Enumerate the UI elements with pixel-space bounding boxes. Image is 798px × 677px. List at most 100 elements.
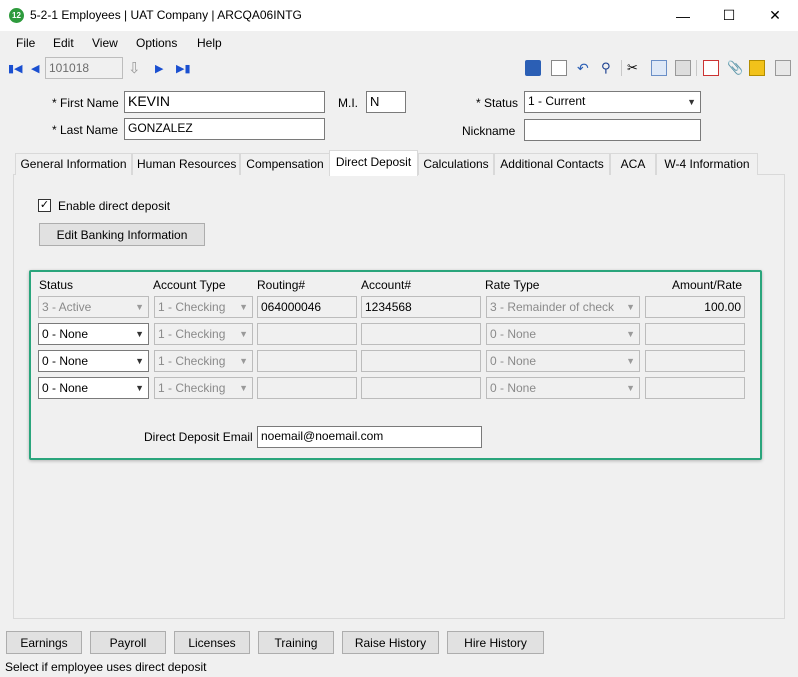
- status-select[interactable]: 1 - Current ▼: [524, 91, 701, 113]
- direct-deposit-email-input[interactable]: noemail@noemail.com: [257, 426, 482, 448]
- row3-account-type-select: 1 - Checking ▼: [154, 350, 253, 372]
- row2-routing-field: [257, 323, 357, 345]
- row1-rate-type-select: 3 - Remainder of check ▼: [486, 296, 640, 318]
- chevron-down-icon: ▼: [135, 329, 144, 339]
- menu-view[interactable]: View: [92, 36, 118, 50]
- first-record-icon[interactable]: ▮◀: [8, 62, 23, 75]
- row4-routing-field: [257, 377, 357, 399]
- payroll-button[interactable]: Payroll: [90, 631, 166, 654]
- tab-additional-contacts[interactable]: Additional Contacts: [494, 153, 610, 175]
- close-icon: ✕: [769, 7, 781, 23]
- row4-status-select[interactable]: 0 - None ▼: [38, 377, 149, 399]
- row1-routing-field[interactable]: 064000046: [257, 296, 357, 318]
- chevron-down-icon: ▼: [239, 302, 248, 312]
- status-label: * Status: [476, 96, 519, 110]
- row3-status-select[interactable]: 0 - None ▼: [38, 350, 149, 372]
- row3-rate-type-value: 0 - None: [490, 354, 537, 368]
- status-bar-text: Select if employee uses direct deposit: [5, 660, 207, 674]
- row4-amount-field: [645, 377, 745, 399]
- row4-rate-type-select: 0 - None ▼: [486, 377, 640, 399]
- row1-status-value: 3 - Active: [42, 300, 92, 314]
- chevron-down-icon: ▼: [135, 302, 144, 312]
- row4-account-type-value: 1 - Checking: [158, 381, 226, 395]
- row1-account-type-value: 1 - Checking: [158, 300, 226, 314]
- tab-human-resources[interactable]: Human Resources: [132, 153, 240, 175]
- menu-bar: [0, 31, 798, 55]
- go-down-icon[interactable]: ⇩: [128, 59, 141, 77]
- first-name-label: * First Name: [52, 96, 119, 110]
- row2-account-type-select: 1 - Checking ▼: [154, 323, 253, 345]
- tab-w4-information[interactable]: W-4 Information: [656, 153, 758, 175]
- minimize-button[interactable]: —: [660, 0, 706, 31]
- edit-banking-information-button[interactable]: Edit Banking Information: [39, 223, 205, 246]
- row4-account-type-select: 1 - Checking ▼: [154, 377, 253, 399]
- row3-routing-field: [257, 350, 357, 372]
- direct-deposit-email-label: Direct Deposit Email: [144, 430, 253, 444]
- menu-file[interactable]: File: [16, 36, 35, 50]
- column-header-amount-rate: Amount/Rate: [672, 278, 743, 292]
- enable-direct-deposit-label: Enable direct deposit: [58, 199, 171, 213]
- paste-icon: [675, 60, 691, 76]
- mi-label: M.I.: [338, 96, 358, 110]
- status-value: 1 - Current: [528, 94, 586, 108]
- last-record-icon[interactable]: ▶▮: [176, 62, 191, 75]
- row2-account-field: [361, 323, 481, 345]
- tab-compensation[interactable]: Compensation: [240, 153, 330, 175]
- checkmark-icon: ✓: [39, 199, 50, 211]
- attachment-icon[interactable]: 📎: [727, 60, 743, 76]
- maximize-button[interactable]: ☐: [706, 0, 752, 31]
- save-icon[interactable]: [525, 60, 541, 76]
- training-button[interactable]: Training: [258, 631, 334, 654]
- row3-account-field: [361, 350, 481, 372]
- column-header-rate-type: Rate Type: [485, 278, 540, 292]
- maximize-icon: ☐: [722, 7, 736, 23]
- chevron-down-icon: ▼: [239, 383, 248, 393]
- licenses-button[interactable]: Licenses: [174, 631, 250, 654]
- middle-initial-input[interactable]: N: [366, 91, 406, 113]
- previous-record-icon[interactable]: ◀: [31, 62, 39, 75]
- row1-account-field[interactable]: 1234568: [361, 296, 481, 318]
- row3-amount-field: [645, 350, 745, 372]
- last-name-label: * Last Name: [52, 123, 119, 137]
- row4-rate-type-value: 0 - None: [490, 381, 537, 395]
- chevron-down-icon: ▼: [626, 383, 635, 393]
- tab-general-information[interactable]: General Information: [15, 153, 132, 175]
- earnings-button[interactable]: Earnings: [6, 631, 82, 654]
- row1-amount-field[interactable]: 100.00: [645, 296, 745, 318]
- enable-direct-deposit-checkbox[interactable]: ✓: [38, 199, 51, 212]
- find-icon[interactable]: ⚲: [601, 60, 617, 76]
- row2-status-value: 0 - None: [42, 327, 89, 341]
- tab-direct-deposit[interactable]: Direct Deposit: [329, 150, 418, 176]
- raise-history-button[interactable]: Raise History: [342, 631, 439, 654]
- window-title: 5-2-1 Employees | UAT Company | ARCQA06I…: [30, 8, 302, 22]
- next-record-icon[interactable]: ▶: [155, 62, 163, 75]
- undo-icon[interactable]: ↶: [577, 60, 593, 76]
- print-icon[interactable]: [775, 60, 791, 76]
- new-record-icon[interactable]: [551, 60, 567, 76]
- tab-calculations[interactable]: Calculations: [418, 153, 494, 175]
- chevron-down-icon: ▼: [135, 383, 144, 393]
- toolbar-separator: [696, 60, 697, 76]
- row2-status-select[interactable]: 0 - None ▼: [38, 323, 149, 345]
- app-logo-icon: 12: [9, 8, 24, 23]
- last-name-input[interactable]: GONZALEZ: [124, 118, 325, 140]
- close-button[interactable]: ✕: [752, 0, 798, 31]
- minimize-icon: —: [676, 7, 690, 24]
- chevron-down-icon: ▼: [239, 329, 248, 339]
- column-header-status: Status: [39, 278, 74, 292]
- notes-icon[interactable]: [703, 60, 719, 76]
- cut-icon[interactable]: ✂: [627, 60, 643, 76]
- nickname-input[interactable]: [524, 119, 701, 141]
- column-header-account-type: Account Type: [153, 278, 226, 292]
- menu-options[interactable]: Options: [136, 36, 177, 50]
- menu-help[interactable]: Help: [197, 36, 222, 50]
- hire-history-button[interactable]: Hire History: [447, 631, 544, 654]
- chevron-down-icon: ▼: [626, 356, 635, 366]
- record-id-field[interactable]: 101018: [45, 57, 123, 79]
- menu-edit[interactable]: Edit: [53, 36, 74, 50]
- tab-aca[interactable]: ACA: [610, 153, 656, 175]
- chevron-down-icon: ▼: [626, 329, 635, 339]
- first-name-input[interactable]: KEVIN: [124, 91, 325, 113]
- sticky-note-icon[interactable]: [749, 60, 765, 76]
- copy-icon[interactable]: [651, 60, 667, 76]
